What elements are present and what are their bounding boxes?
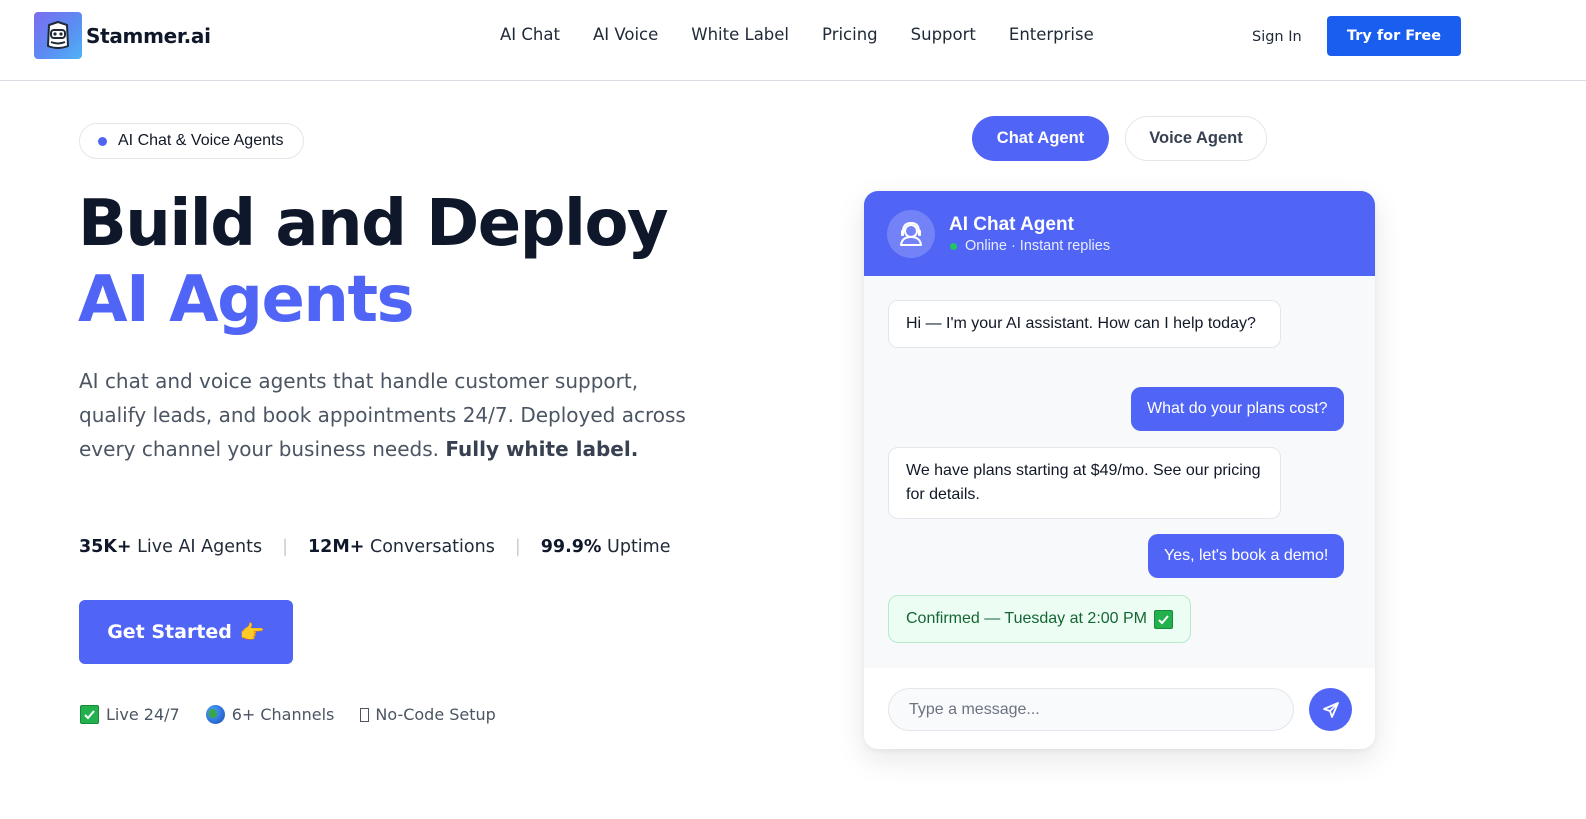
chat-message-user: Yes, let's book a demo! (1148, 534, 1345, 578)
brand-logo[interactable]: Stammer.ai (34, 12, 211, 59)
agent-status-text: Online · Instant replies (965, 238, 1111, 254)
hero-title: Build and Deploy AI Agents (78, 186, 669, 338)
feature-list: Live 24/7 6+ Channels No-Code Setup (80, 705, 522, 724)
stat-divider: | (514, 537, 521, 557)
hero-badge: AI Chat & Voice Agents (79, 123, 305, 159)
stat-conversations: 12M+ Conversations (308, 537, 495, 557)
feature-label: No-Code Setup (375, 705, 496, 724)
agent-status: Online · Instant replies (950, 238, 1110, 254)
hero-description-bold: Fully white label. (445, 437, 639, 461)
get-started-button[interactable]: Get Started 👉 (79, 600, 293, 664)
nav-link-enterprise[interactable]: Enterprise (1009, 25, 1094, 44)
chat-message-input[interactable] (888, 688, 1294, 731)
stat-divider: | (282, 537, 288, 557)
try-for-free-button[interactable]: Try for Free (1327, 16, 1461, 56)
hero-title-line1: Build and Deploy (78, 187, 669, 261)
sign-in-link[interactable]: Sign In (1252, 29, 1302, 45)
stat-live-agents: 35K+ Live AI Agents (79, 537, 262, 557)
hero-badge-label: AI Chat & Voice Agents (118, 132, 284, 149)
send-button[interactable] (1309, 688, 1352, 731)
chat-header: AI Chat Agent Online · Instant replies (864, 191, 1375, 276)
nav-link-white-label[interactable]: White Label (691, 25, 789, 44)
stat-label: Conversations (370, 537, 495, 557)
feature-channels: 6+ Channels (205, 705, 335, 724)
robot-face-icon (34, 12, 82, 59)
stat-value: 99.9% (540, 537, 602, 557)
check-mark-icon (1154, 609, 1173, 629)
stat-value: 12M+ (307, 537, 365, 557)
feature-live: Live 24/7 (80, 705, 180, 724)
feature-label: Live 24/7 (106, 705, 180, 724)
stat-label: Uptime (607, 537, 671, 557)
feature-no-code: No-Code Setup (360, 705, 496, 724)
agent-name: AI Chat Agent (949, 214, 1074, 235)
agent-avatar-icon (887, 210, 935, 258)
top-navigation: Stammer.ai AI Chat AI Voice White Label … (0, 0, 1586, 81)
hero-description: AI chat and voice agents that handle cus… (79, 364, 689, 466)
main-nav: AI Chat AI Voice White Label Pricing Sup… (500, 25, 1127, 44)
stat-label: Live AI Agents (137, 537, 263, 557)
confirmation-text: Confirmed — Tuesday at 2:00 PM (906, 610, 1147, 627)
brand-name: Stammer.ai (86, 23, 211, 48)
chat-message-bot: Hi — I'm your AI assistant. How can I he… (888, 300, 1281, 348)
stat-value: 35K+ (79, 537, 132, 557)
badge-dot (98, 136, 107, 146)
feature-label: 6+ Channels (231, 705, 335, 724)
missing-glyph-icon (360, 707, 370, 722)
stat-uptime: 99.9% Uptime (541, 537, 671, 557)
online-indicator (950, 242, 957, 250)
send-icon (1322, 701, 1340, 719)
check-mark-icon (80, 705, 99, 724)
hero-stats: 35K+ Live AI Agents | 12M+ Conversations… (79, 537, 671, 557)
get-started-label: Get Started (107, 621, 232, 643)
chat-message-user: What do your plans cost? (1131, 387, 1344, 431)
globe-icon (205, 705, 225, 724)
nav-link-ai-voice[interactable]: AI Voice (593, 25, 658, 44)
chat-message-bot: We have plans starting at $49/mo. See ou… (888, 447, 1281, 519)
nav-link-pricing[interactable]: Pricing (822, 25, 878, 44)
nav-link-ai-chat[interactable]: AI Chat (500, 25, 560, 44)
hero-title-line2: AI Agents (78, 263, 415, 337)
chat-message-confirmation: Confirmed — Tuesday at 2:00 PM (888, 595, 1191, 643)
chat-agent-tab[interactable]: Chat Agent (972, 116, 1109, 161)
nav-link-support[interactable]: Support (911, 25, 976, 44)
pointing-hand-icon: 👉 (239, 620, 265, 644)
chat-composer (864, 668, 1375, 749)
voice-agent-tab[interactable]: Voice Agent (1125, 116, 1267, 161)
chat-widget: AI Chat Agent Online · Instant replies H… (864, 191, 1375, 749)
